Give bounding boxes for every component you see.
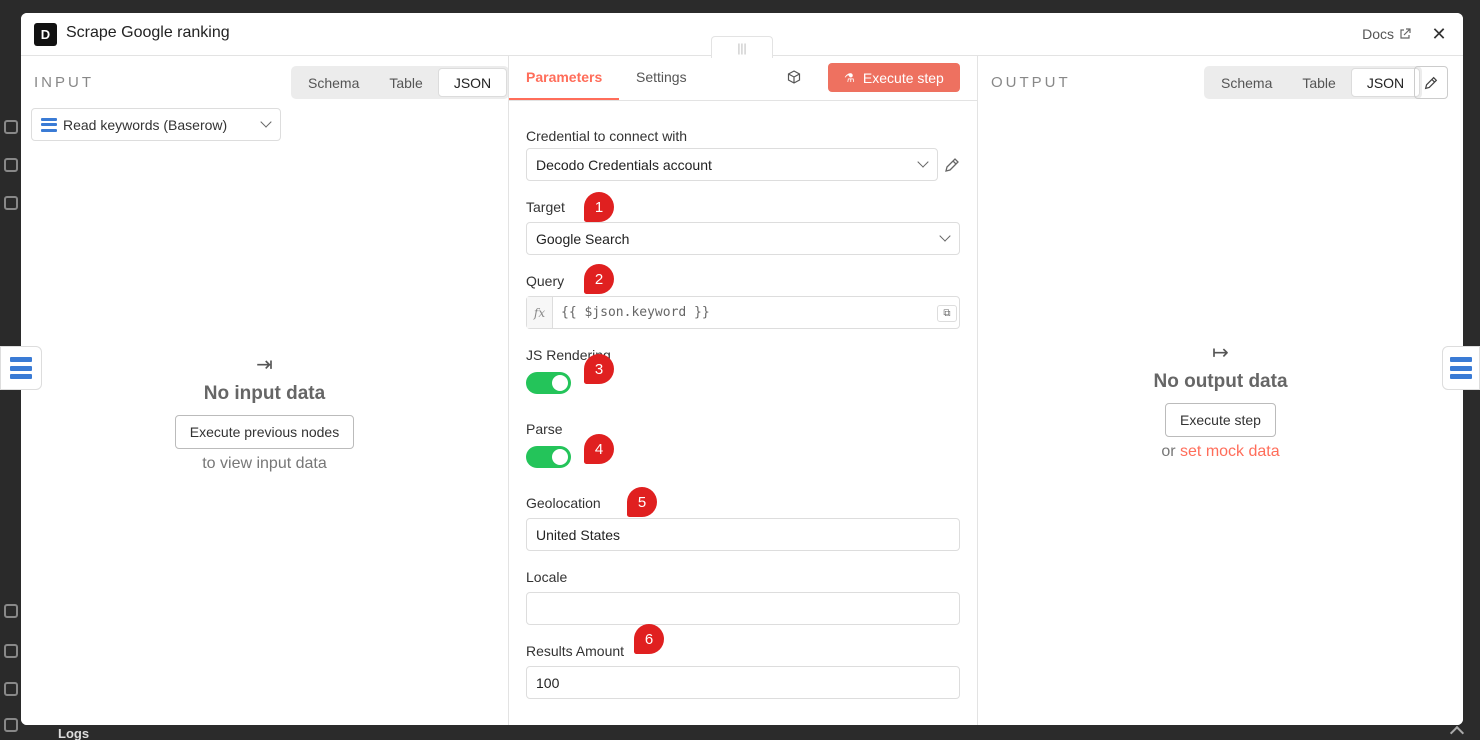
output-schema-tab[interactable]: Schema xyxy=(1206,68,1287,97)
execute-step-label: Execute step xyxy=(862,69,944,86)
input-label: INPUT xyxy=(34,74,94,91)
locale-input[interactable] xyxy=(526,592,960,625)
next-node-tab[interactable] xyxy=(1442,346,1480,390)
output-label: OUTPUT xyxy=(991,74,1071,91)
insights-icon[interactable] xyxy=(4,644,18,658)
results-amount-input[interactable]: 100 xyxy=(526,666,960,699)
target-label: Target xyxy=(526,199,565,215)
or-text: or xyxy=(1161,443,1176,460)
chevron-up-icon[interactable] xyxy=(1449,725,1465,740)
input-node-select[interactable]: Read keywords (Baserow) xyxy=(31,108,281,141)
set-mock-data-link[interactable]: set mock data xyxy=(1180,443,1280,460)
credential-select[interactable]: Decodo Credentials account xyxy=(526,148,938,181)
chevron-down-icon xyxy=(939,230,951,242)
help-icon[interactable] xyxy=(4,682,18,696)
home-icon[interactable] xyxy=(4,120,18,134)
expand-icon[interactable]: ⧉ xyxy=(937,305,957,322)
query-label: Query xyxy=(526,273,565,289)
credential-label: Credential to connect with xyxy=(526,128,688,144)
parse-label: Parse xyxy=(526,421,563,437)
input-json-tab[interactable]: JSON xyxy=(437,68,508,97)
close-icon[interactable]: ✕ xyxy=(1429,24,1449,45)
baserow-icon xyxy=(1450,357,1472,379)
input-table-tab[interactable]: Table xyxy=(374,68,437,97)
output-view-switcher: Schema Table JSON xyxy=(1204,66,1423,99)
locale-label: Locale xyxy=(526,569,568,585)
input-empty-title: No input data xyxy=(203,383,326,404)
results-amount-label: Results Amount xyxy=(526,643,625,659)
output-execute-step-button[interactable]: Execute step xyxy=(1165,403,1276,437)
geolocation-input[interactable]: United States xyxy=(526,518,960,551)
annotation-marker: 5 xyxy=(627,487,657,517)
output-json-tab[interactable]: JSON xyxy=(1350,68,1421,97)
geolocation-label: Geolocation xyxy=(526,495,601,511)
pencil-icon[interactable] xyxy=(943,156,961,174)
js-rendering-toggle[interactable] xyxy=(526,372,571,394)
cube-icon[interactable] xyxy=(787,70,801,84)
fx-icon: fx xyxy=(527,297,553,328)
execute-step-button[interactable]: ⚗ Execute step xyxy=(828,63,960,92)
annotation-marker: 6 xyxy=(634,624,664,654)
tab-settings[interactable]: Settings xyxy=(636,69,687,85)
annotation-marker: 2 xyxy=(584,264,614,294)
logs-label[interactable]: Logs xyxy=(58,726,89,740)
arrow-into-icon: ⇥ xyxy=(256,354,273,376)
docs-link[interactable]: Docs xyxy=(1362,26,1411,42)
output-empty-sub: or set mock data xyxy=(978,443,1463,461)
chevron-down-icon xyxy=(917,156,929,168)
user-icon[interactable] xyxy=(4,158,18,172)
input-empty-sub: to view input data xyxy=(202,455,327,472)
input-empty-state: ⇥ No input data Execute previous nodes t… xyxy=(21,352,508,473)
parameters-panel: Parameters Settings ⚗ Execute step Crede… xyxy=(508,56,978,725)
docs-label: Docs xyxy=(1362,26,1394,42)
query-input[interactable]: fx {{ $json.keyword }} ⧉ xyxy=(526,296,960,329)
credential-value: Decodo Credentials account xyxy=(536,156,712,173)
query-expression: {{ $json.keyword }} xyxy=(561,305,710,320)
annotation-marker: 1 xyxy=(584,192,614,222)
tab-parameters[interactable]: Parameters xyxy=(526,69,602,85)
baserow-icon xyxy=(41,117,57,132)
flask-icon: ⚗ xyxy=(844,70,855,85)
output-empty-state: ↦ No output data Execute step or set moc… xyxy=(978,340,1463,461)
settings-icon[interactable] xyxy=(4,718,18,732)
output-table-tab[interactable]: Table xyxy=(1287,68,1350,97)
output-panel: OUTPUT Schema Table JSON ↦ No output dat… xyxy=(978,56,1463,725)
node-details-modal: D Scrape Google ranking Docs ✕ ||| INPUT… xyxy=(21,13,1463,725)
annotation-marker: 3 xyxy=(584,354,614,384)
parse-toggle[interactable] xyxy=(526,446,571,468)
execute-previous-button[interactable]: Execute previous nodes xyxy=(174,415,355,449)
annotation-marker: 4 xyxy=(584,434,614,464)
tab-divider xyxy=(509,100,977,101)
results-amount-value: 100 xyxy=(536,674,560,691)
arrow-out-icon: ↦ xyxy=(1212,342,1229,364)
drag-handle[interactable]: ||| xyxy=(711,36,773,58)
pencil-icon xyxy=(1424,76,1438,89)
decodo-logo-icon: D xyxy=(34,23,57,46)
input-panel: INPUT Schema Table JSON Read keywords (B… xyxy=(21,56,510,725)
input-node-name: Read keywords (Baserow) xyxy=(63,116,228,133)
geolocation-value: United States xyxy=(536,526,621,543)
node-title[interactable]: Scrape Google ranking xyxy=(66,24,230,42)
output-empty-title: No output data xyxy=(1153,371,1288,392)
chevron-down-icon xyxy=(260,116,272,128)
chat-icon[interactable] xyxy=(4,196,18,210)
templates-icon[interactable] xyxy=(4,604,18,618)
external-link-icon xyxy=(1400,28,1411,39)
target-select[interactable]: Google Search xyxy=(526,222,960,255)
prev-node-tab[interactable] xyxy=(0,346,42,390)
input-schema-tab[interactable]: Schema xyxy=(293,68,374,97)
baserow-icon xyxy=(10,357,32,379)
target-value: Google Search xyxy=(536,230,630,247)
edit-output-button[interactable] xyxy=(1414,66,1448,99)
input-view-switcher: Schema Table JSON xyxy=(291,66,510,99)
